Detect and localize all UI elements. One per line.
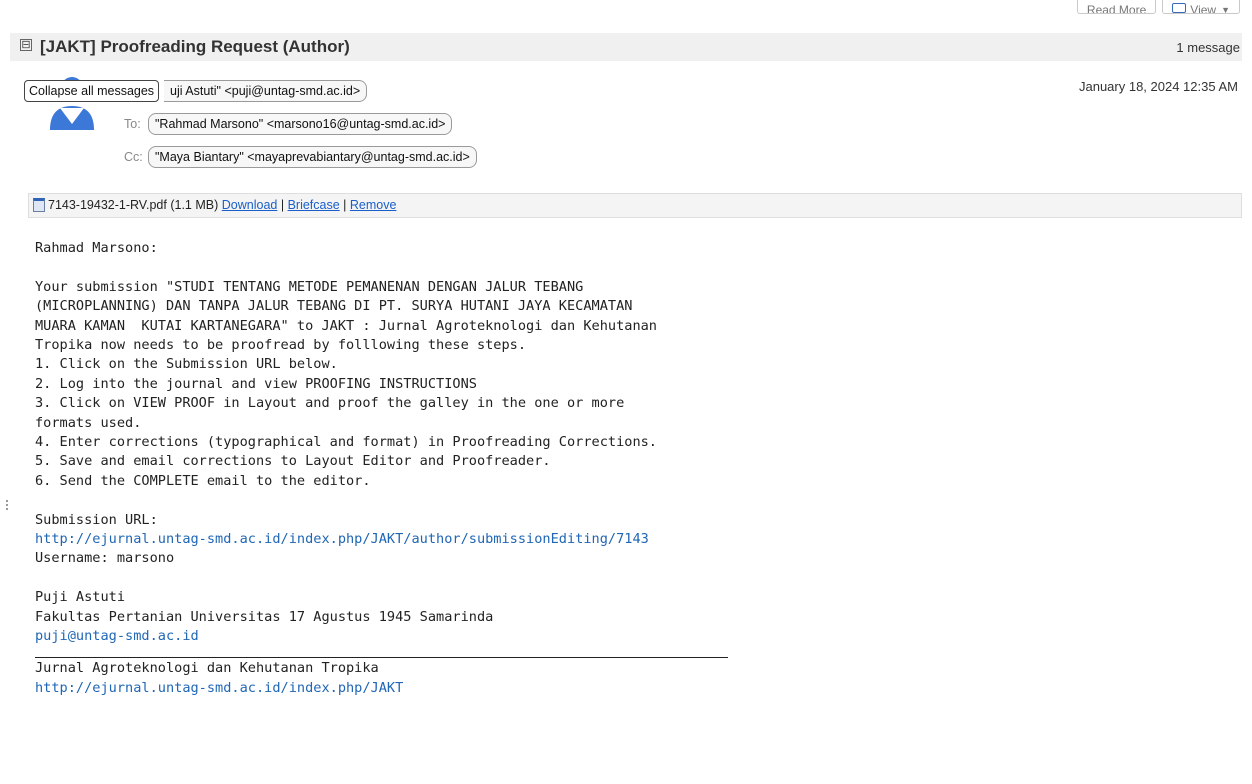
message-body: Rahmad Marsono: Your submission "STUDI T… <box>35 239 728 698</box>
resize-handle[interactable] <box>6 500 8 512</box>
signature-divider <box>35 657 728 659</box>
conversation-title: [JAKT] Proofreading Request (Author) <box>40 37 350 56</box>
body-line: 2. Log into the journal and view PROOFIN… <box>35 375 477 392</box>
message-count: 1 message <box>1176 40 1240 55</box>
view-menu-button[interactable]: View ▼ <box>1162 0 1240 14</box>
signature-org: Fakultas Pertanian Universitas 17 Agustu… <box>35 608 494 625</box>
to-label: To: <box>124 117 141 131</box>
message-date: January 18, 2024 12:35 AM <box>1078 79 1238 94</box>
read-more-label: Read More <box>1086 3 1147 14</box>
body-line: formats used. <box>35 414 142 431</box>
submission-url-label: Submission URL: <box>35 511 158 528</box>
attachment-filename[interactable]: 7143-19432-1-RV.pdf <box>48 198 167 212</box>
body-line: Tropika now needs to be proofread by fol… <box>35 337 527 354</box>
collapse-icon[interactable]: ⊟ <box>20 39 32 51</box>
salutation: Rahmad Marsono: <box>35 240 158 256</box>
chevron-down-icon: ▼ <box>1221 5 1230 14</box>
body-line: 3. Click on VIEW PROOF in Layout and pro… <box>35 395 625 412</box>
signature-name: Puji Astuti <box>35 589 126 606</box>
body-line: Your submission "STUDI TENTANG METODE PE… <box>35 278 584 295</box>
collapse-all-tooltip: Collapse all messages <box>24 80 160 102</box>
separator: | <box>343 198 347 212</box>
remove-link[interactable]: Remove <box>350 198 397 212</box>
submission-url-link[interactable]: http://ejurnal.untag-smd.ac.id/index.php… <box>35 530 728 549</box>
top-toolbar: Read More View ▼ <box>1076 0 1240 14</box>
download-link[interactable]: Download <box>222 198 278 212</box>
body-line: 6. Send the COMPLETE email to the editor… <box>35 472 371 489</box>
view-icon <box>1172 3 1187 13</box>
username-line: Username: marsono <box>35 550 175 567</box>
body-line: (MICROPLANNING) DAN TANPA JALUR TEBANG D… <box>35 298 633 315</box>
body-line: MUARA KAMAN KUTAI KARTANEGARA" to JAKT :… <box>35 317 657 334</box>
separator: | <box>280 198 285 212</box>
view-label: View <box>1190 3 1217 14</box>
body-line: 4. Enter corrections (typographical and … <box>35 434 657 451</box>
to-address[interactable]: "Rahmad Marsono" <marsono16@untag-smd.ac… <box>148 113 453 135</box>
cc-address[interactable]: "Maya Biantary" <mayaprevabiantary@untag… <box>148 146 477 168</box>
from-address[interactable]: uji Astuti" <puji@untag-smd.ac.id> <box>164 80 368 102</box>
footer-url-link[interactable]: http://ejurnal.untag-smd.ac.id/index.php… <box>35 679 728 698</box>
body-line: 1. Click on the Submission URL below. <box>35 356 338 373</box>
pdf-icon <box>33 198 45 212</box>
conversation-header: ⊟ [JAKT] Proofreading Request (Author) 1… <box>10 33 1242 61</box>
footer-journal: Jurnal Agroteknologi dan Kehutanan Tropi… <box>35 660 379 677</box>
briefcase-link[interactable]: Briefcase <box>288 198 340 212</box>
cc-label: Cc: <box>124 150 143 164</box>
attachment-size: (1.1 MB) <box>170 198 219 212</box>
read-more-button[interactable]: Read More <box>1076 0 1157 14</box>
attachment-bar: 7143-19432-1-RV.pdf (1.1 MB) Download | … <box>28 193 1242 218</box>
signature-email-link[interactable]: puji@untag-smd.ac.id <box>35 627 728 646</box>
body-line: 5. Save and email corrections to Layout … <box>35 453 551 470</box>
